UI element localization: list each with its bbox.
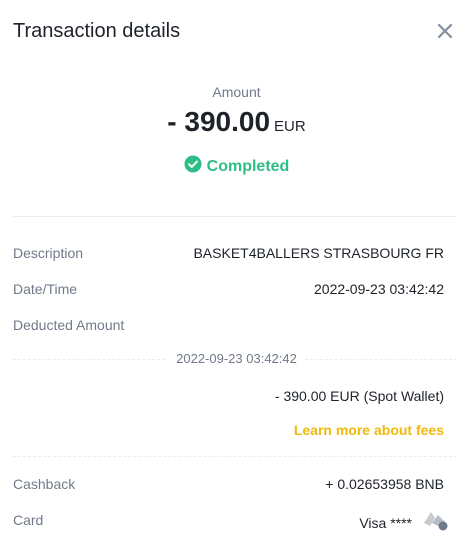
check-circle-icon: [184, 155, 202, 178]
amount-label: Amount: [212, 84, 261, 100]
amount-display: - 390.00 EUR: [0, 106, 473, 138]
amount-currency: EUR: [274, 118, 306, 135]
datetime-value: 2022-09-23 03:42:42: [314, 281, 444, 297]
page-title: Transaction details: [13, 20, 181, 42]
cashback-label: Cashback: [13, 476, 76, 492]
card-logo-icon: [422, 509, 450, 536]
card-number: Visa ****: [359, 514, 412, 531]
deducted-amount-label: Deducted Amount: [13, 317, 125, 333]
datetime-label: Date/Time: [13, 281, 78, 297]
card-value: Visa ****: [359, 509, 450, 536]
amount-value: - 390.00: [167, 106, 271, 137]
close-icon[interactable]: [436, 22, 454, 40]
deduction-amount: - 390.00 EUR (Spot Wallet): [274, 388, 444, 404]
status-text: Completed: [206, 157, 290, 175]
divider: [13, 456, 457, 457]
cashback-value: + 0.02653958 BNB: [325, 476, 444, 492]
learn-more-fees-link[interactable]: Learn more about fees: [294, 422, 444, 438]
description-label: Description: [13, 245, 84, 261]
deduction-date: 2022-09-23 03:42:42: [176, 351, 297, 366]
divider: [13, 216, 457, 217]
status-badge: Completed: [0, 155, 473, 178]
card-label: Card: [13, 512, 44, 528]
description-value: BASKET4BALLERS STRASBOURG FR: [193, 245, 444, 261]
